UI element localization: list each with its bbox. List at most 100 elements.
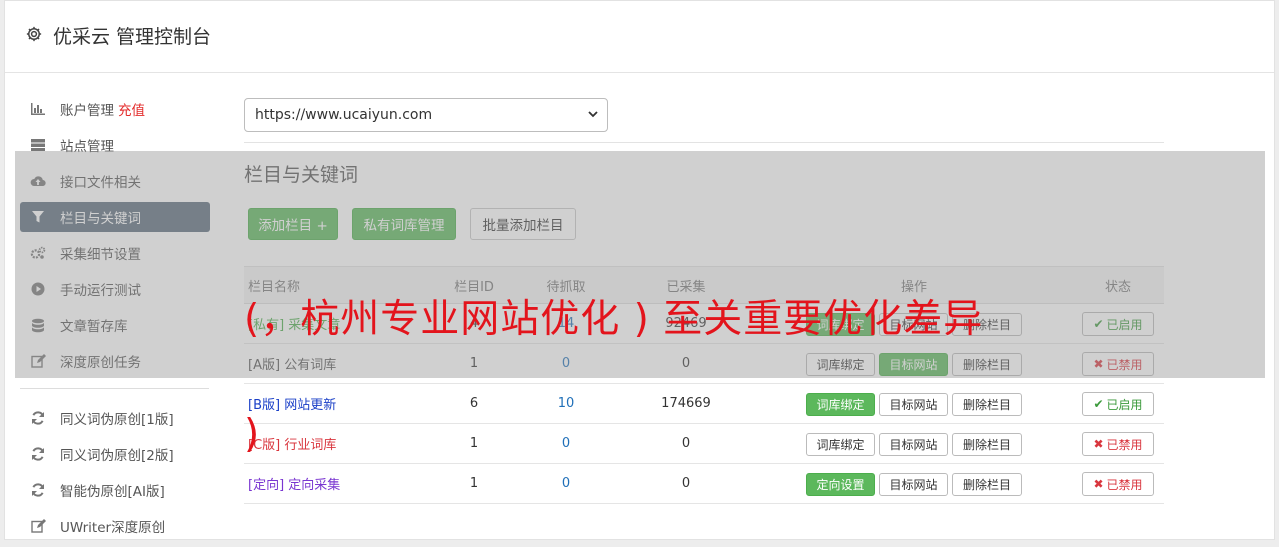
- column-todo[interactable]: 0: [526, 464, 606, 503]
- status-toggle[interactable]: ✖ 已禁用: [1082, 432, 1154, 456]
- header-todo: 待抓取: [546, 279, 586, 295]
- table-header: 栏目名称 栏目ID 待抓取 已采集 操作 状态: [244, 266, 1164, 304]
- sidebar-item-collect-settings[interactable]: 采集细节设置: [20, 238, 210, 268]
- header-ops: 操作: [900, 279, 927, 295]
- sidebar-item-uwriter[interactable]: UWriter深度原创: [20, 511, 210, 541]
- column-title: 定向采集: [288, 478, 341, 493]
- content-divider: [244, 142, 1164, 143]
- column-todo[interactable]: 0: [526, 424, 606, 463]
- sidebar-item-label: 采集细节设置: [60, 247, 141, 263]
- cogs-icon: [30, 245, 46, 261]
- column-status: ✔ 已启用: [1081, 384, 1154, 423]
- status-label: 已禁用: [1106, 477, 1143, 492]
- sidebar-item-label: 深度原创任务: [60, 355, 141, 371]
- bind-lexicon-button[interactable]: 词库绑定: [806, 313, 875, 336]
- play-circle-icon: [30, 281, 46, 297]
- sidebar-item-label: 手动运行测试: [60, 283, 141, 299]
- column-done: 92469: [665, 316, 707, 331]
- column-name[interactable]: [A版] 公有词库: [248, 344, 336, 383]
- delete-column-button[interactable]: 删除栏目: [952, 433, 1022, 456]
- column-done: 0: [681, 436, 691, 451]
- server-icon: [30, 137, 46, 153]
- column-name[interactable]: [私有] 采集文章: [248, 304, 340, 343]
- sidebar-item-columns-keywords[interactable]: 栏目与关键词: [20, 202, 210, 232]
- delete-column-button[interactable]: 删除栏目: [952, 353, 1022, 376]
- status-toggle[interactable]: ✔ 已启用: [1082, 312, 1154, 336]
- target-site-button[interactable]: 目标网站: [879, 473, 948, 496]
- recharge-link[interactable]: 充值: [118, 99, 145, 119]
- batch-add-column-button[interactable]: 批量添加栏目: [470, 208, 576, 240]
- sidebar-item-ai-rewrite[interactable]: 智能伪原创[AI版]: [20, 475, 210, 505]
- private-lib-button[interactable]: 私有词库管理: [352, 208, 456, 240]
- column-name[interactable]: [B版] 网站更新: [248, 384, 336, 423]
- sidebar-item-label: 智能伪原创[AI版]: [60, 484, 165, 500]
- column-tag: [私有]: [248, 318, 285, 333]
- sidebar-item-deep-original[interactable]: 深度原创任务: [20, 346, 210, 376]
- column-status: ✖ 已禁用: [1081, 424, 1154, 463]
- status-toggle[interactable]: ✔ 已启用: [1082, 392, 1154, 416]
- bar-chart-icon: [30, 101, 46, 117]
- delete-column-button[interactable]: 删除栏目: [952, 393, 1022, 416]
- column-todo[interactable]: 0: [526, 344, 606, 383]
- column-todo[interactable]: 10: [526, 384, 606, 423]
- sidebar-item-label: UWriter深度原创: [60, 520, 166, 536]
- column-id: 1: [469, 476, 479, 491]
- sidebar-item-label: 账户管理: [60, 103, 114, 119]
- sidebar-item-manual-run[interactable]: 手动运行测试: [20, 274, 210, 304]
- target-site-button[interactable]: 目标网站: [879, 353, 948, 376]
- table-row: [定向] 定向采集 1 0 0 定向设置 目标网站 删除栏目 ✖ 已禁用: [244, 464, 1164, 504]
- check-icon: ✔: [1093, 397, 1104, 411]
- site-select[interactable]: https://www.ucaiyun.com: [244, 98, 608, 132]
- column-name[interactable]: [定向] 定向采集: [248, 464, 340, 503]
- section-title: 栏目与关键词: [244, 164, 359, 186]
- bind-lexicon-button[interactable]: 词库绑定: [806, 393, 875, 416]
- edit-icon: [30, 518, 46, 534]
- bind-lexicon-button[interactable]: 词库绑定: [806, 353, 875, 376]
- filter-icon: [30, 209, 46, 225]
- sidebar-item-synonym-v1[interactable]: 同义词伪原创[1版]: [20, 403, 210, 433]
- sidebar-item-label: 文章暂存库: [60, 319, 128, 335]
- chevron-down-icon: [588, 111, 598, 118]
- sidebar-item-account[interactable]: 账户管理 充值: [20, 94, 210, 124]
- sidebar-item-interface-files[interactable]: 接口文件相关: [20, 166, 210, 196]
- refresh-icon: [30, 482, 46, 498]
- target-site-button[interactable]: 目标网站: [879, 313, 948, 336]
- column-tag: [B版]: [248, 398, 281, 413]
- column-todo[interactable]: 14: [526, 304, 606, 343]
- sidebar-item-label: 栏目与关键词: [60, 211, 141, 227]
- close-icon: ✖: [1093, 477, 1104, 491]
- check-icon: ✔: [1093, 317, 1104, 331]
- bind-lexicon-button[interactable]: 词库绑定: [806, 433, 875, 456]
- column-tag: [定向]: [248, 478, 285, 493]
- column-done: 0: [681, 476, 691, 491]
- refresh-icon: [30, 410, 46, 426]
- column-status: ✔ 已启用: [1081, 304, 1154, 343]
- column-ops: 定向设置 目标网站 删除栏目: [724, 464, 1124, 503]
- header-name: 栏目名称: [248, 279, 301, 295]
- directed-settings-button[interactable]: 定向设置: [806, 473, 875, 496]
- column-tag: [C版]: [248, 438, 281, 453]
- delete-column-button[interactable]: 删除栏目: [952, 313, 1022, 336]
- target-site-button[interactable]: 目标网站: [879, 393, 948, 416]
- target-site-button[interactable]: 目标网站: [879, 433, 948, 456]
- table-row: [B版] 网站更新 6 10 174669 词库绑定 目标网站 删除栏目 ✔ 已启…: [244, 384, 1164, 424]
- add-column-button[interactable]: 添加栏目 +: [248, 208, 338, 240]
- column-id: 4: [469, 316, 479, 331]
- sidebar-item-article-store[interactable]: 文章暂存库: [20, 310, 210, 340]
- sidebar-item-synonym-v2[interactable]: 同义词伪原创[2版]: [20, 439, 210, 469]
- delete-column-button[interactable]: 删除栏目: [952, 473, 1022, 496]
- status-label: 已启用: [1106, 317, 1143, 332]
- column-title: 公有词库: [284, 358, 337, 373]
- table-row: [A版] 公有词库 1 0 0 词库绑定 目标网站 删除栏目 ✖ 已禁用: [244, 344, 1164, 384]
- column-done: 174669: [661, 396, 711, 411]
- sidebar-item-label: 同义词伪原创[2版]: [60, 448, 174, 464]
- site-select-value: https://www.ucaiyun.com: [255, 107, 433, 123]
- status-toggle[interactable]: ✖ 已禁用: [1082, 472, 1154, 496]
- edit-icon: [30, 353, 46, 369]
- header-status: 状态: [1104, 279, 1131, 295]
- status-label: 已禁用: [1106, 357, 1143, 372]
- column-name[interactable]: [C版] 行业词库: [248, 424, 336, 463]
- sidebar-item-sites[interactable]: 站点管理: [20, 130, 210, 160]
- column-status: ✖ 已禁用: [1081, 344, 1154, 383]
- status-toggle[interactable]: ✖ 已禁用: [1082, 352, 1154, 376]
